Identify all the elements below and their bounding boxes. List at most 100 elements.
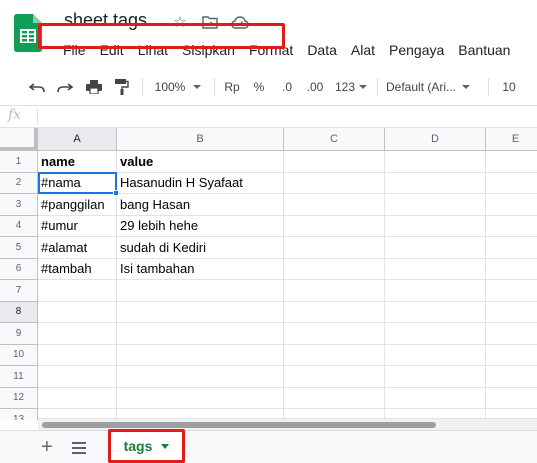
font-size-select[interactable]: 10 <box>498 68 520 106</box>
grid-cell[interactable] <box>38 280 117 302</box>
grid-cell[interactable] <box>486 237 537 259</box>
grid-cell[interactable] <box>38 366 117 388</box>
row-header[interactable]: 2 <box>0 172 38 194</box>
grid-cell[interactable] <box>284 194 385 216</box>
column-header[interactable]: C <box>284 128 385 151</box>
row-header[interactable]: 9 <box>0 323 38 345</box>
add-sheet-icon[interactable]: + <box>41 437 53 457</box>
grid-cell[interactable] <box>385 366 486 388</box>
row-header[interactable]: 1 <box>0 151 38 173</box>
grid-cell[interactable] <box>385 387 486 409</box>
grid-cell[interactable]: #umur <box>38 215 117 237</box>
grid-cell[interactable] <box>38 344 117 366</box>
grid-cell[interactable] <box>284 237 385 259</box>
grid-cell[interactable] <box>486 173 537 194</box>
grid-cell[interactable] <box>284 301 385 323</box>
grid-cell[interactable] <box>486 280 537 302</box>
grid-cell[interactable] <box>486 345 537 366</box>
grid-cell[interactable]: name <box>38 151 117 173</box>
grid-cell[interactable] <box>385 151 486 173</box>
grid-cell[interactable] <box>385 280 486 302</box>
row-header[interactable]: 10 <box>0 344 38 366</box>
grid-cell[interactable] <box>117 323 284 345</box>
row-header[interactable]: 11 <box>0 366 38 388</box>
column-header[interactable]: A <box>38 128 117 151</box>
grid-cell[interactable] <box>385 194 486 216</box>
column-header[interactable]: D <box>385 128 486 151</box>
print-icon[interactable] <box>84 68 104 106</box>
grid-cell[interactable] <box>486 259 537 280</box>
undo-icon[interactable] <box>27 68 47 106</box>
grid-cell[interactable] <box>117 301 284 323</box>
grid-cell[interactable] <box>284 172 385 194</box>
grid-cell[interactable] <box>385 237 486 259</box>
chevron-down-icon[interactable] <box>161 443 170 449</box>
grid-cell[interactable] <box>486 151 537 173</box>
grid-cell[interactable] <box>486 216 537 237</box>
row-header[interactable]: 12 <box>0 387 38 409</box>
column-header[interactable]: B <box>117 128 284 151</box>
redo-icon[interactable] <box>55 68 75 106</box>
row-header[interactable]: 13 <box>0 409 38 420</box>
sheet-tab-tags[interactable]: tags <box>108 429 185 463</box>
grid-cell[interactable] <box>284 151 385 173</box>
grid-cell[interactable] <box>385 258 486 280</box>
grid-cell[interactable]: #panggilan <box>38 194 117 216</box>
grid-cell[interactable] <box>486 194 537 216</box>
grid-cell[interactable] <box>385 323 486 345</box>
grid-cell[interactable] <box>117 344 284 366</box>
row-header[interactable]: 4 <box>0 215 38 237</box>
grid-cell[interactable] <box>385 215 486 237</box>
grid-cell[interactable]: Hasanudin H Syafaat <box>117 172 284 194</box>
grid-cell[interactable]: Isi tambahan <box>117 258 284 280</box>
zoom-select[interactable]: 100% <box>150 68 206 106</box>
paint-format-icon[interactable] <box>112 68 132 106</box>
grid-cell[interactable]: #tambah <box>38 258 117 280</box>
grid-cell[interactable]: bang Hasan <box>117 194 284 216</box>
grid-cell[interactable]: #alamat <box>38 237 117 259</box>
currency-format-button[interactable]: Rp <box>222 68 242 106</box>
font-select[interactable]: Default (Ari... <box>386 68 480 106</box>
scrollbar-thumb[interactable] <box>42 422 436 428</box>
grid-cell[interactable] <box>38 323 117 345</box>
grid-cell[interactable] <box>117 366 284 388</box>
all-sheets-icon[interactable] <box>72 442 86 457</box>
row-header[interactable]: 6 <box>0 258 38 280</box>
decrease-decimal-button[interactable]: .0 <box>276 68 298 106</box>
grid-cell[interactable] <box>284 215 385 237</box>
grid-cell[interactable]: 29 lebih hehe <box>117 215 284 237</box>
row-header[interactable]: 8 <box>0 301 38 323</box>
more-formats-select[interactable]: 123 <box>331 68 371 106</box>
grid-cell[interactable] <box>38 387 117 409</box>
grid-cell[interactable] <box>117 280 284 302</box>
grid-cell[interactable] <box>284 323 385 345</box>
menu-addons[interactable]: Pengaya <box>382 40 451 60</box>
grid-cell[interactable] <box>486 366 537 388</box>
grid-cell[interactable] <box>117 387 284 409</box>
row-header[interactable]: 3 <box>0 194 38 216</box>
grid-cell[interactable]: sudah di Kediri <box>117 237 284 259</box>
fill-handle[interactable] <box>113 190 119 196</box>
formula-input[interactable] <box>44 109 524 125</box>
grid-cell[interactable] <box>38 301 117 323</box>
menu-data[interactable]: Data <box>300 40 344 60</box>
grid-cell[interactable] <box>284 387 385 409</box>
grid-cell[interactable] <box>486 323 537 345</box>
row-header[interactable]: 7 <box>0 280 38 302</box>
grid-cell[interactable]: value <box>117 151 284 173</box>
select-all-corner[interactable] <box>0 128 38 151</box>
grid-cell[interactable] <box>284 258 385 280</box>
grid-cell[interactable] <box>385 301 486 323</box>
menu-help[interactable]: Bantuan <box>451 40 517 60</box>
grid-cell[interactable] <box>284 280 385 302</box>
grid-cell[interactable] <box>385 172 486 194</box>
row-header[interactable]: 5 <box>0 237 38 259</box>
grid-cell[interactable] <box>284 344 385 366</box>
grid-cell[interactable] <box>284 366 385 388</box>
percent-format-button[interactable]: % <box>251 68 267 106</box>
grid-cell[interactable] <box>385 344 486 366</box>
grid-cell[interactable] <box>486 388 537 409</box>
increase-decimal-button[interactable]: .00 <box>303 68 327 106</box>
grid-cell[interactable] <box>486 302 537 323</box>
menu-tools[interactable]: Alat <box>344 40 382 60</box>
